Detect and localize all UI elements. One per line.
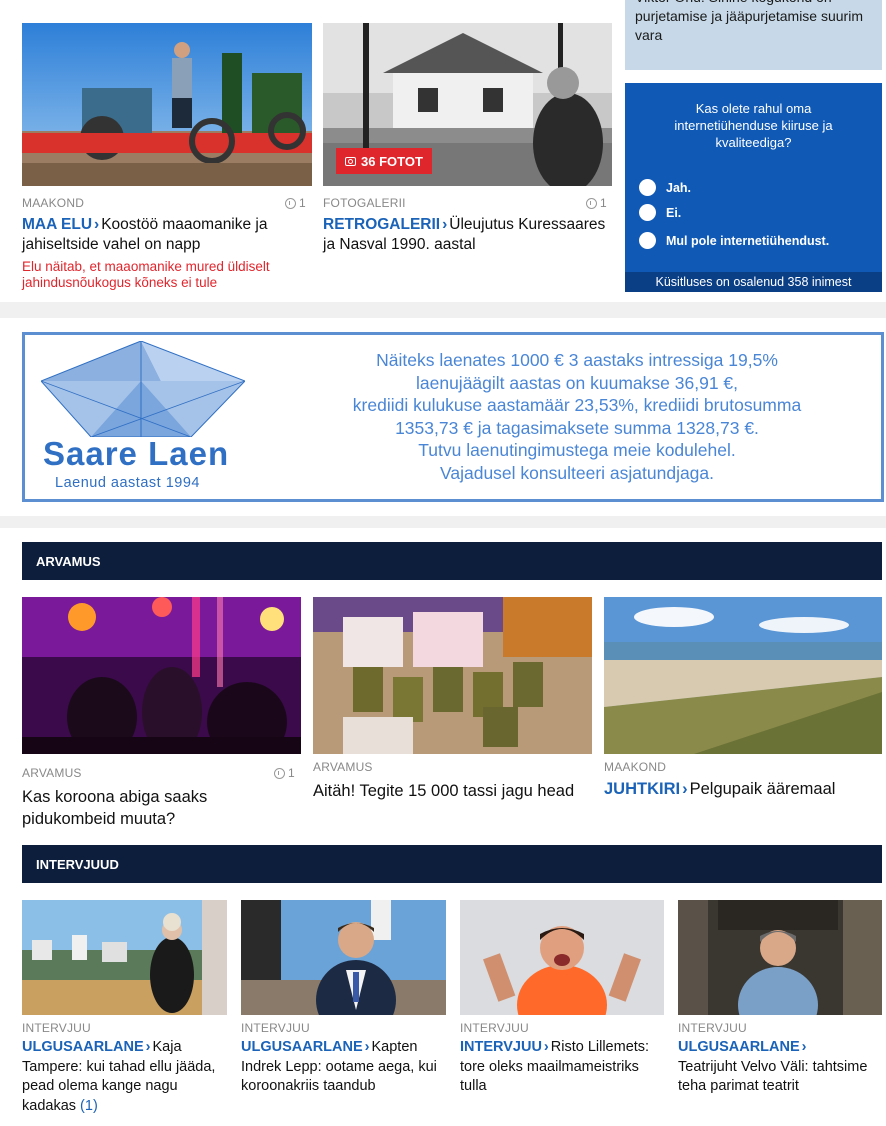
article-headline[interactable]: INTERVJUU › Risto Lillemets: tore oleks ma… [460, 1038, 665, 1097]
chevron-right-icon: › [145, 1039, 151, 1055]
radio-button[interactable] [639, 179, 656, 196]
article-image-farmer[interactable] [22, 23, 312, 186]
article-lead: Elu näitab, et maaomanike mured üldiselt… [22, 259, 270, 290]
ad-text: Näiteks laenates 1000 € 3 aastaks intres… [352, 350, 802, 483]
article-title[interactable]: Aitäh! Tegite 15 000 tassi jagu head [313, 782, 574, 800]
article-headline[interactable]: ULGUSAARLANE › Teatrijuht Velvo Väli: taht… [678, 1038, 883, 1097]
comment-icon [285, 197, 296, 209]
article-image-indrek-lepp[interactable] [241, 900, 446, 1015]
article-category: ARVAMUS [313, 760, 373, 774]
poll-option[interactable]: Jah. [639, 179, 691, 196]
advertisement-banner[interactable]: Saare Laen Laenud aastast 1994 Näiteks l… [22, 332, 884, 502]
photo-count-badge[interactable]: 36 FOTOT [336, 148, 432, 174]
section-link[interactable]: MAA ELU [22, 216, 92, 233]
article-headline[interactable]: Kas koroona abiga saaks pidukombeid muut… [22, 786, 302, 830]
article-title[interactable]: Kas koroona abiga saaks pidukombeid muut… [22, 788, 207, 828]
comment-count[interactable]: 1 [285, 196, 306, 210]
article-headline[interactable]: MAA ELU › Koostöö maaomanike ja jahiseltsi… [22, 215, 314, 255]
poll-question: Kas olete rahul oma internetiühenduse ki… [674, 101, 833, 150]
article-category: MAAKOND [604, 760, 667, 774]
poll-option[interactable]: Ei. [639, 204, 681, 221]
chevron-right-icon: › [442, 216, 448, 233]
paper-boat-logo-icon [41, 341, 245, 437]
comment-count[interactable]: (1) [80, 1098, 98, 1114]
section-separator [0, 302, 886, 318]
article-image-beach[interactable] [604, 597, 882, 754]
ad-brand-name: Saare Laen [43, 435, 230, 472]
article-image-tea-bags[interactable] [313, 597, 592, 754]
radio-button[interactable] [639, 204, 656, 221]
chevron-right-icon: › [94, 216, 100, 233]
article-headline[interactable]: Aitäh! Tegite 15 000 tassi jagu head [313, 780, 593, 802]
section-separator [0, 516, 886, 528]
radio-button[interactable] [639, 232, 656, 249]
article-image-party[interactable] [22, 597, 301, 754]
section-link[interactable]: RETROGALERII [323, 216, 440, 233]
chevron-right-icon: › [543, 1039, 549, 1055]
article-image-risto-lillemets[interactable] [460, 900, 664, 1015]
section-header-intervjuud[interactable]: INTERVJUUD [22, 845, 882, 883]
section-link[interactable]: JUHTKIRI [604, 780, 680, 798]
comment-count[interactable]: 1 [274, 766, 295, 780]
section-link[interactable]: INTERVJUU [460, 1039, 542, 1055]
poll-widget: Kas olete rahul oma internetiühenduse ki… [625, 83, 882, 292]
camera-icon [345, 156, 356, 166]
article-headline[interactable]: RETROGALERII › Üleujutus Kuressaares ja Na… [323, 215, 613, 255]
article-image-velvo-vali[interactable] [678, 900, 882, 1015]
section-link[interactable]: ULGUSAARLANE [22, 1039, 144, 1055]
article-category: INTERVJUU [241, 1021, 310, 1035]
poll-footer: Küsitluses on osalenud 358 inimest [625, 272, 882, 292]
article-category: INTERVJUU [678, 1021, 747, 1035]
article-title[interactable]: Pelgupaik ääremaal [690, 780, 836, 798]
article-category: ARVAMUS [22, 766, 82, 780]
chevron-right-icon: › [682, 780, 688, 798]
chevron-right-icon: › [364, 1039, 370, 1055]
side-article[interactable]: Viktor Ohu: Sinine kogukond on purjetami… [625, 0, 882, 70]
comment-icon [274, 767, 285, 779]
section-link[interactable]: ULGUSAARLANE [678, 1039, 800, 1055]
article-category: INTERVJUU [22, 1021, 91, 1035]
side-article-title[interactable]: Viktor Ohu: Sinine kogukond on purjetami… [635, 0, 872, 45]
comment-icon [586, 197, 597, 209]
section-link[interactable]: ULGUSAARLANE [241, 1039, 363, 1055]
article-category: MAAKOND [22, 196, 85, 210]
article-headline[interactable]: JUHTKIRI › Pelgupaik ääremaal [604, 778, 884, 800]
article-headline[interactable]: ULGUSAARLANE › Kapten Indrek Lepp: ootame … [241, 1038, 447, 1097]
poll-option[interactable]: Mul pole internetiühendust. [639, 232, 829, 249]
section-header-arvamus[interactable]: ARVAMUS [22, 542, 882, 580]
article-title[interactable]: Teatrijuht Velvo Väli: tahtsime teha par… [678, 1059, 867, 1095]
chevron-right-icon: › [801, 1039, 807, 1055]
comment-count[interactable]: 1 [586, 196, 607, 210]
article-category: INTERVJUU [460, 1021, 529, 1035]
article-image-kaja-tampere[interactable] [22, 900, 227, 1015]
article-headline[interactable]: ULGUSAARLANE › Kaja Tampere: kui tahad ell… [22, 1038, 227, 1116]
article-category: FOTOGALERII [323, 196, 406, 210]
ad-tagline: Laenud aastast 1994 [55, 475, 200, 491]
